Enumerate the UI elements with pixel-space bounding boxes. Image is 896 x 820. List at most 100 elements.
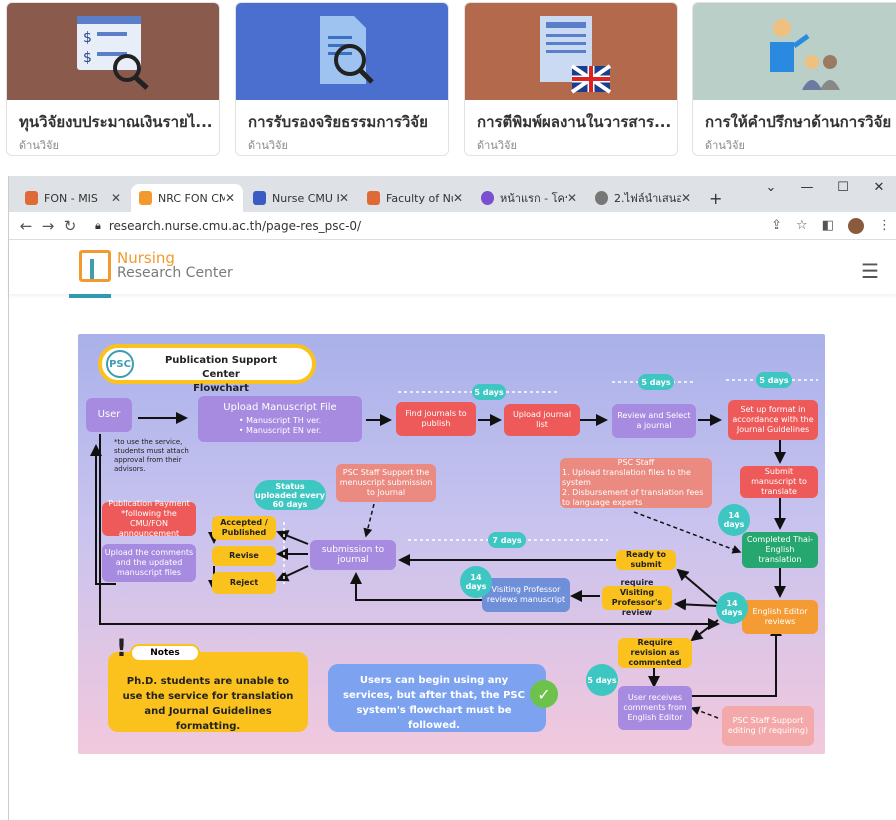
node-accepted: Accepted / Published (212, 516, 276, 540)
card-image: $ $ (7, 3, 219, 100)
card-ethics[interactable]: การรับรองจริยธรรมการวิจัย ด้านวิจัย (235, 2, 449, 156)
node-require-revision: Require revision as commented (618, 638, 692, 668)
budget-icon: $ $ (77, 15, 149, 90)
tab-nrc[interactable]: NRC FON CMU ✕ (131, 184, 243, 212)
avatar[interactable] (848, 217, 864, 234)
close-icon[interactable]: ✕ (339, 191, 349, 205)
tab-label: NRC FON CMU (158, 191, 225, 205)
badge-5-days: 5 days (586, 664, 618, 696)
flowchart-heading: Publication Support Center Flowchart (146, 354, 296, 396)
document-search-icon (320, 15, 374, 84)
card-research-fund[interactable]: $ $ ทุนวิจัยงบประมาณเงินรายไ... ด้านวิจั… (6, 2, 220, 156)
close-icon[interactable]: ✕ (681, 191, 691, 205)
service-cards: $ $ ทุนวิจัยงบประมาณเงินรายไ... ด้านวิจั… (0, 0, 896, 158)
address-bar: ← → ↻ 🔒︎ research.nurse.cmu.ac.th/page-r… (9, 212, 896, 240)
node-ready-submit: Ready to submit (616, 550, 676, 570)
tab-label: Nurse CMU K (272, 191, 339, 205)
psc-logo: PSC (106, 350, 134, 378)
notes-title: Notes (130, 644, 200, 662)
card-category: ด้านวิจัย (248, 139, 288, 152)
share-icon[interactable]: ⇪ (771, 218, 782, 233)
side-panel-icon[interactable]: ◧ (822, 218, 834, 233)
tab-label: Faculty of Nur (386, 191, 453, 205)
node-psc-staff-support: PSC Staff Support the menuscript submiss… (336, 464, 436, 502)
node-completed-translation: Completed Thai-English translation (742, 532, 818, 568)
svg-text:$: $ (83, 50, 92, 66)
tab-fon-mis[interactable]: FON - MIS ✕ (17, 184, 129, 212)
address-bar-actions: ⇪ ☆ ◧ ⋮ (771, 217, 891, 234)
tab-presentation[interactable]: 2.ไฟล์นำเสนอ ✕ (587, 184, 699, 212)
node-payment: Publication Payment *following the CMU/F… (102, 499, 196, 538)
star-icon[interactable]: ☆ (796, 218, 808, 233)
newspaper-icon (540, 15, 612, 94)
title-line1: Publication Support Center (164, 355, 278, 380)
badge-14-days: 14 days (460, 566, 492, 598)
card-title: ทุนวิจัยงบประมาณเงินรายไ... (19, 113, 213, 131)
svg-text:$: $ (83, 30, 92, 46)
card-publication[interactable]: การตีพิมพ์ผลงานในวารสาร... ด้านวิจัย (464, 2, 678, 156)
info-box: Users can begin using any services, but … (328, 664, 546, 732)
badge-5-days: 5 days (638, 374, 674, 390)
card-consulting[interactable]: การให้คำปรึกษาด้านการวิจัย ด้านวิจัย (692, 2, 896, 156)
tab-label: หน้าแรก - โครงร (500, 192, 567, 205)
site-logo[interactable]: Nursing Research Center (79, 250, 233, 282)
close-window-icon[interactable]: ✕ (861, 180, 896, 195)
tab-homepage[interactable]: หน้าแรก - โครงร ✕ (473, 184, 585, 212)
node-revise: Revise (212, 546, 276, 566)
logo-icon (79, 250, 111, 282)
node-psc-editing: PSC Staff Support editing (if requiring) (722, 706, 814, 746)
card-category: ด้านวิจัย (19, 139, 59, 152)
tab-favicon (367, 191, 381, 205)
tab-faculty[interactable]: Faculty of Nur ✕ (359, 184, 471, 212)
url-field[interactable]: 🔒︎ research.nurse.cmu.ac.th/page-res_psc… (95, 219, 361, 233)
forward-arrow-icon[interactable]: → (37, 217, 59, 235)
staff-trans-item1: 1. Upload translation files to the syste… (562, 468, 691, 487)
url-text: research.nurse.cmu.ac.th/page-res_psc-0/ (108, 218, 362, 233)
flowchart-title: PSC Publication Support Center Flowchart (98, 344, 316, 394)
maximize-icon[interactable]: ☐ (825, 180, 861, 195)
node-psc-staff-translation: PSC Staff 1. Upload translation files to… (560, 458, 712, 508)
tab-nurse-cmu[interactable]: Nurse CMU K ✕ (245, 184, 357, 212)
node-upload-comments: Upload the comments and the updated manu… (102, 544, 196, 582)
exclamation-icon: ! (116, 634, 127, 662)
new-tab-button[interactable]: + (701, 184, 725, 212)
card-title: การตีพิมพ์ผลงานในวารสาร... (477, 113, 672, 131)
chevron-down-icon[interactable]: ⌄ (753, 180, 789, 195)
close-icon[interactable]: ✕ (567, 191, 577, 205)
hamburger-menu-icon[interactable]: ☰ (861, 259, 879, 283)
upload-item-en: • Manuscript EN ver. (238, 425, 322, 435)
node-set-format: Set up format in accordance with the Jou… (728, 400, 818, 440)
node-review-select: Review and Select a journal (612, 404, 696, 438)
badge-5-days: 5 days (756, 372, 792, 388)
title-line2: Flowchart (193, 383, 249, 394)
node-english-editor: English Editor reviews (742, 600, 818, 634)
close-icon[interactable]: ✕ (225, 191, 235, 205)
minimize-icon[interactable]: — (789, 180, 825, 195)
tab-bar: FON - MIS ✕ NRC FON CMU ✕ Nurse CMU K ✕ … (9, 176, 896, 212)
close-icon[interactable]: ✕ (453, 191, 463, 205)
menu-dots-icon[interactable]: ⋮ (878, 218, 891, 233)
window-controls: ⌄ — ☐ ✕ (753, 180, 896, 195)
node-require-visiting: require Visiting Professor's review (602, 578, 672, 617)
card-title: การให้คำปรึกษาด้านการวิจัย (705, 113, 892, 131)
node-submission: submission to journal (310, 540, 396, 570)
status-uploaded-badge: Status uploaded every 60 days (254, 480, 326, 510)
card-image (693, 3, 896, 100)
tab-label: 2.ไฟล์นำเสนอ (614, 192, 681, 205)
node-submit-translate: Submit manuscript to translate (740, 466, 818, 498)
close-icon[interactable]: ✕ (111, 191, 121, 205)
notes-text: Ph.D. students are unable to use the ser… (122, 676, 294, 732)
card-category: ด้านวิจัย (705, 139, 745, 152)
psc-flowchart: PSC Publication Support Center Flowchart… (78, 334, 825, 754)
tab-favicon (25, 191, 39, 205)
logo-line2: Research Center (117, 265, 233, 281)
reload-icon[interactable]: ↻ (59, 217, 81, 235)
user-note: *to use the service, students must attac… (114, 438, 189, 473)
logo-text: Nursing Research Center (117, 251, 233, 281)
presenter-icon (770, 18, 840, 90)
card-image (236, 3, 448, 100)
badge-14-days: 14 days (718, 504, 750, 536)
upload-title: Upload Manuscript File (223, 401, 337, 413)
back-arrow-icon[interactable]: ← (15, 217, 37, 235)
node-user-receives: User receives comments from English Edit… (618, 686, 692, 730)
